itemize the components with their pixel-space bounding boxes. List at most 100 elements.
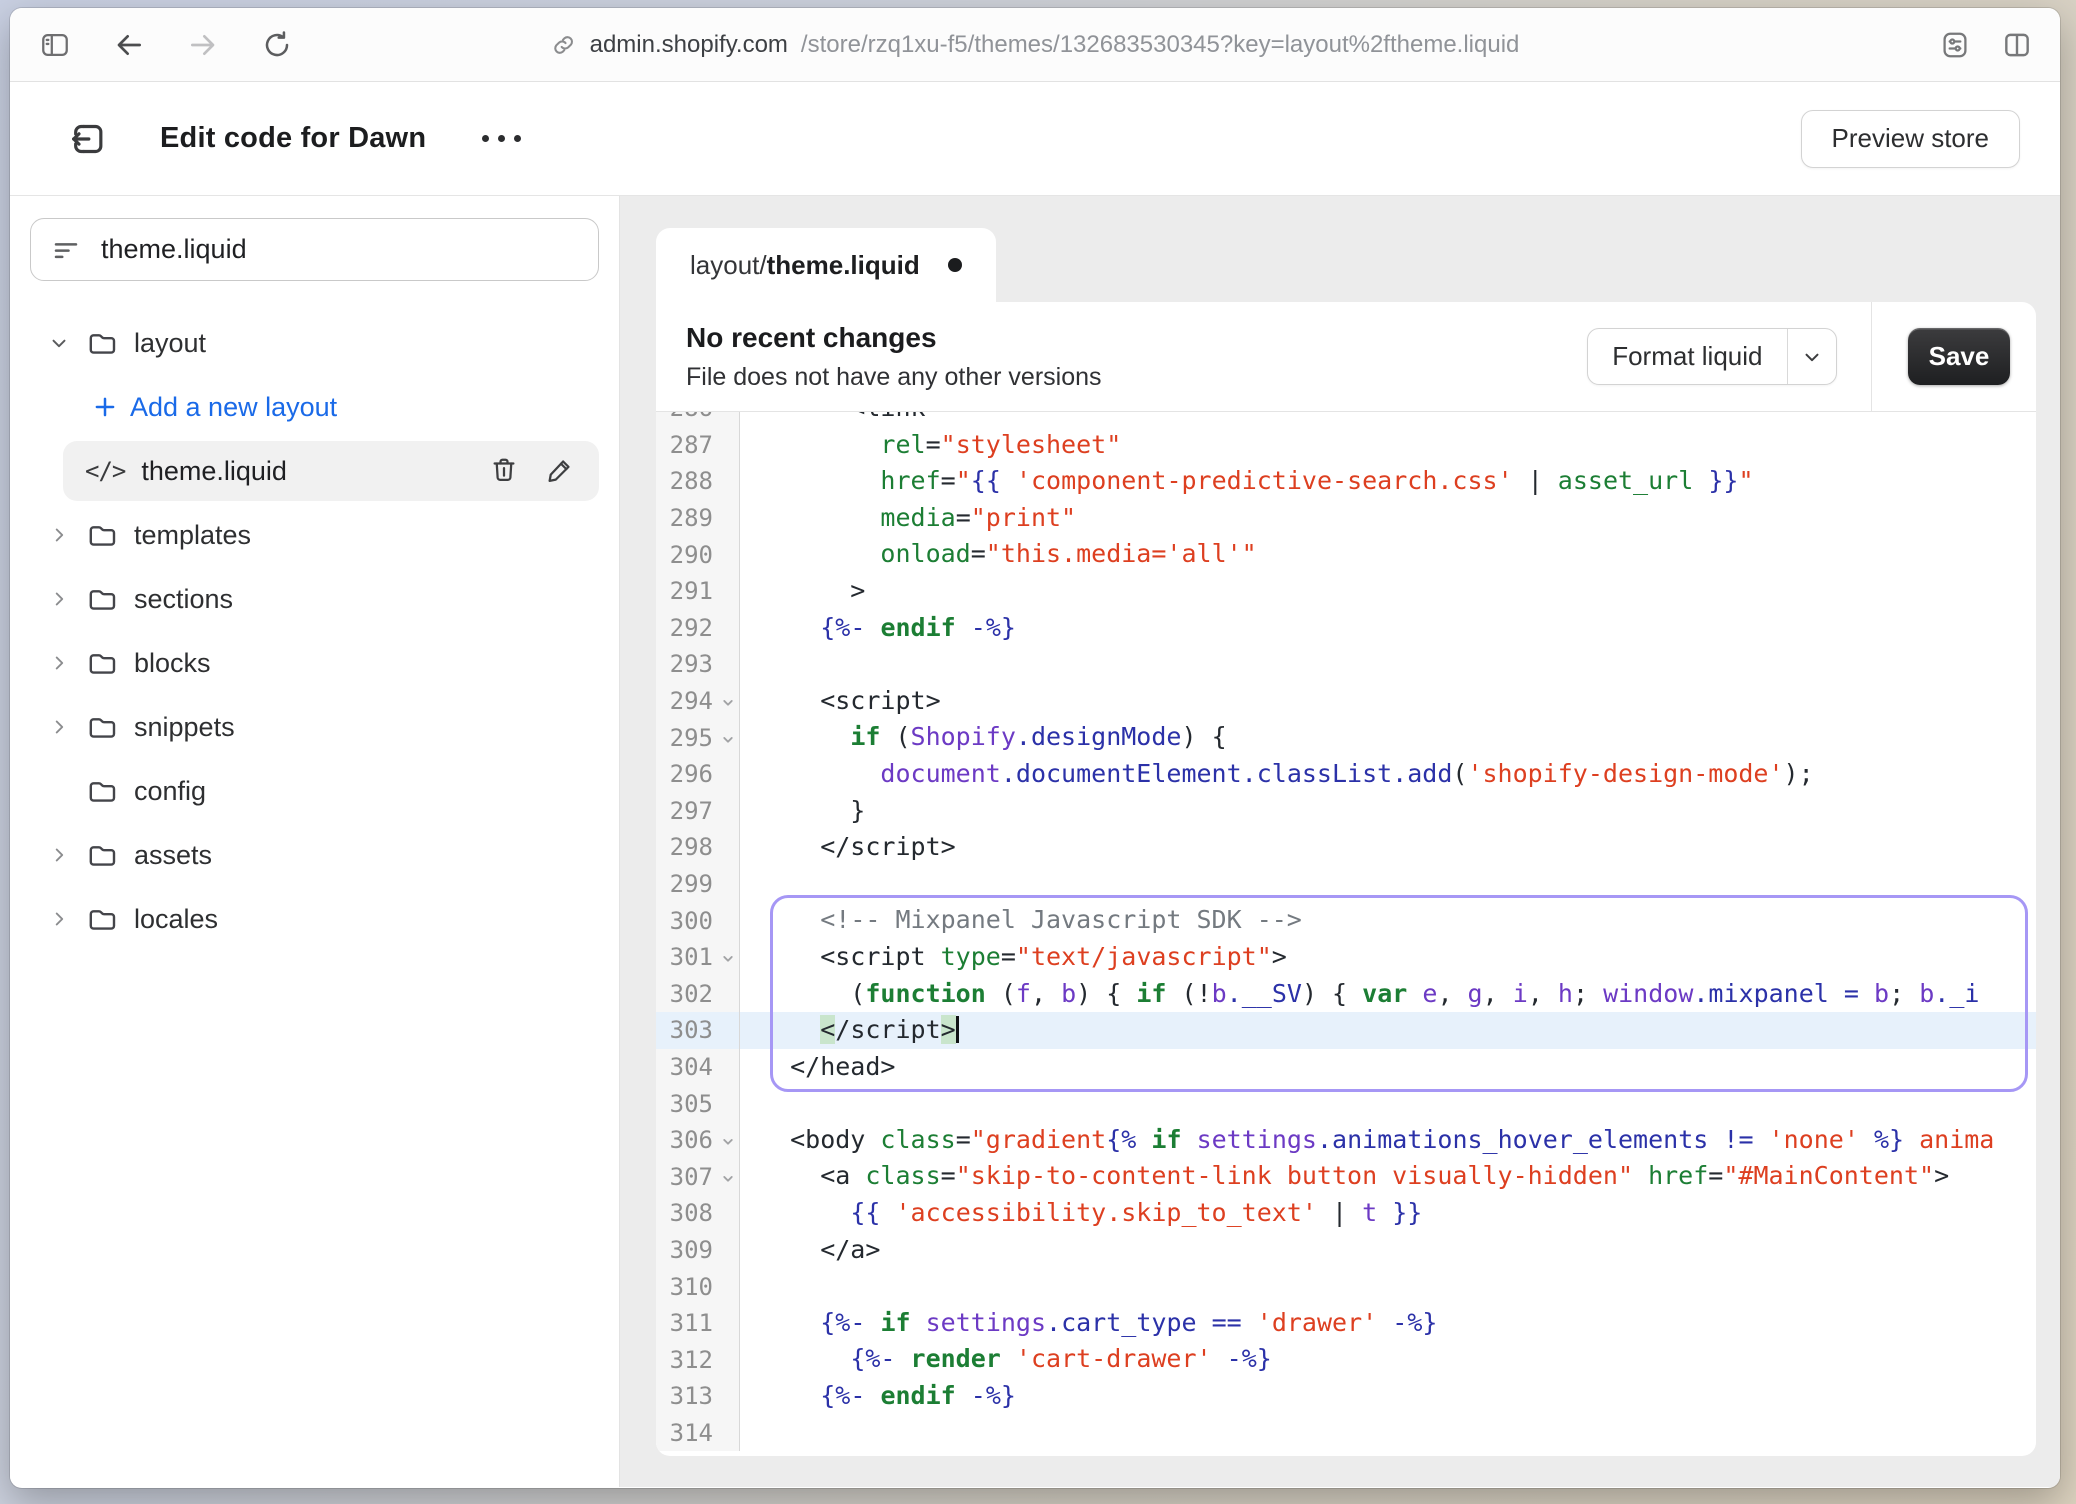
preview-store-button[interactable]: Preview store [1801,110,2021,168]
code-line-300[interactable]: 300 <!-- Mixpanel Javascript SDK --> [656,902,2036,939]
code-line-text[interactable]: onload="this.media='all'" [740,536,2036,573]
code-line-text[interactable]: (function (f, b) { if (!b.__SV) { var e,… [740,976,2036,1013]
file-search-box[interactable] [30,218,599,281]
code-line-text[interactable]: </head> [740,1049,2036,1086]
line-number[interactable]: 299 [656,866,740,903]
line-number[interactable]: 287 [656,427,740,464]
code-line-text[interactable]: <a class="skip-to-content-link button vi… [740,1158,2036,1195]
line-number[interactable]: 291 [656,573,740,610]
line-number[interactable]: 296 [656,756,740,793]
exit-editor-icon[interactable] [66,117,110,161]
back-icon[interactable] [112,28,146,62]
line-number[interactable]: 286 [656,412,740,427]
code-line-text[interactable]: href="{{ 'component-predictive-search.cs… [740,463,2036,500]
code-line-text[interactable]: {%- endif -%} [740,610,2036,647]
line-number[interactable]: 300 [656,902,740,939]
line-number[interactable]: 308 [656,1195,740,1232]
sidebar-item-theme-liquid[interactable]: </>theme.liquid [63,439,599,503]
code-line-text[interactable]: if (Shopify.designMode) { [740,719,2036,756]
code-line-298[interactable]: 298 </script> [656,829,2036,866]
reload-icon[interactable] [260,28,294,62]
line-number[interactable]: 302 [656,976,740,1013]
page-settings-icon[interactable] [1938,28,1972,62]
rename-file-icon[interactable] [545,455,577,487]
code-line-291[interactable]: 291 > [656,573,2036,610]
code-line-text[interactable]: {%- render 'cart-drawer' -%} [740,1341,2036,1378]
code-line-311[interactable]: 311 {%- if settings.cart_type == 'drawer… [656,1305,2036,1342]
line-number[interactable]: 289 [656,500,740,537]
code-line-307[interactable]: 307 <a class="skip-to-content-link butto… [656,1158,2036,1195]
sidebar-item-templates[interactable]: templates [10,503,619,567]
chevron-right-icon[interactable] [48,588,70,610]
line-number[interactable]: 304 [656,1049,740,1086]
code-line-text[interactable] [740,866,2036,903]
line-number[interactable]: 293 [656,646,740,683]
sidebar-item-sections[interactable]: sections [10,567,619,631]
code-line-288[interactable]: 288 href="{{ 'component-predictive-searc… [656,463,2036,500]
sidebar-item-add-layout[interactable]: Add a new layout [10,375,619,439]
code-line-308[interactable]: 308 {{ 'accessibility.skip_to_text' | t … [656,1195,2036,1232]
chevron-right-icon[interactable] [48,844,70,866]
code-editor[interactable]: 286 <link287 rel="stylesheet"288 href="{… [656,412,2036,1455]
line-number[interactable]: 309 [656,1232,740,1269]
fold-chevron-icon[interactable] [719,1133,737,1151]
code-line-286[interactable]: 286 <link [656,412,2036,427]
code-line-text[interactable]: <body class="gradient{% if settings.anim… [740,1122,2036,1159]
code-line-text[interactable] [740,1415,2036,1452]
line-number[interactable]: 306 [656,1122,740,1159]
code-line-text[interactable]: <script> [740,683,2036,720]
code-line-text[interactable]: media="print" [740,500,2036,537]
code-line-296[interactable]: 296 document.documentElement.classList.a… [656,756,2036,793]
code-line-304[interactable]: 304 </head> [656,1049,2036,1086]
chevron-down-icon[interactable] [1788,329,1836,384]
code-line-299[interactable]: 299 [656,866,2036,903]
forward-icon[interactable] [186,28,220,62]
line-number[interactable]: 301 [656,939,740,976]
code-line-text[interactable]: <script type="text/javascript"> [740,939,2036,976]
code-line-text[interactable]: </a> [740,1232,2036,1269]
tab-theme-liquid[interactable]: layout/theme.liquid [656,228,996,302]
sidebar-item-layout[interactable]: layout [10,311,619,375]
fold-chevron-icon[interactable] [719,730,737,748]
code-line-text[interactable] [740,646,2036,683]
sidebar-item-assets[interactable]: assets [10,823,619,887]
code-line-301[interactable]: 301 <script type="text/javascript"> [656,939,2036,976]
code-line-305[interactable]: 305 [656,1085,2036,1122]
code-line-text[interactable]: document.documentElement.classList.add('… [740,756,2036,793]
code-line-303[interactable]: 303 </script> [656,1012,2036,1049]
line-number[interactable]: 297 [656,793,740,830]
sidebar-item-snippets[interactable]: snippets [10,695,619,759]
line-number[interactable]: 303 [656,1012,740,1049]
code-line-287[interactable]: 287 rel="stylesheet" [656,427,2036,464]
code-line-314[interactable]: 314 [656,1415,2036,1452]
fold-chevron-icon[interactable] [719,950,737,968]
line-number[interactable]: 298 [656,829,740,866]
search-input[interactable] [101,234,578,265]
code-line-312[interactable]: 312 {%- render 'cart-drawer' -%} [656,1341,2036,1378]
code-line-text[interactable] [740,1268,2036,1305]
code-line-text[interactable]: {{ 'accessibility.skip_to_text' | t }} [740,1195,2036,1232]
code-line-309[interactable]: 309 </a> [656,1232,2036,1269]
code-line-310[interactable]: 310 [656,1268,2036,1305]
code-line-text[interactable]: {%- endif -%} [740,1378,2036,1415]
line-number[interactable]: 294 [656,683,740,720]
line-number[interactable]: 310 [656,1268,740,1305]
line-number[interactable]: 305 [656,1085,740,1122]
more-menu-icon[interactable] [472,125,531,152]
code-line-297[interactable]: 297 } [656,793,2036,830]
line-number[interactable]: 314 [656,1415,740,1452]
code-line-289[interactable]: 289 media="print" [656,500,2036,537]
line-number[interactable]: 292 [656,610,740,647]
line-number[interactable]: 290 [656,536,740,573]
code-line-302[interactable]: 302 (function (f, b) { if (!b.__SV) { va… [656,976,2036,1013]
split-view-icon[interactable] [2000,28,2034,62]
format-liquid-button[interactable]: Format liquid [1587,328,1837,385]
fold-chevron-icon[interactable] [719,693,737,711]
chevron-right-icon[interactable] [48,908,70,930]
chevron-right-icon[interactable] [48,652,70,674]
save-button[interactable]: Save [1908,328,2010,385]
line-number[interactable]: 288 [656,463,740,500]
code-line-292[interactable]: 292 {%- endif -%} [656,610,2036,647]
sidebar-item-config[interactable]: config [10,759,619,823]
code-line-293[interactable]: 293 [656,646,2036,683]
